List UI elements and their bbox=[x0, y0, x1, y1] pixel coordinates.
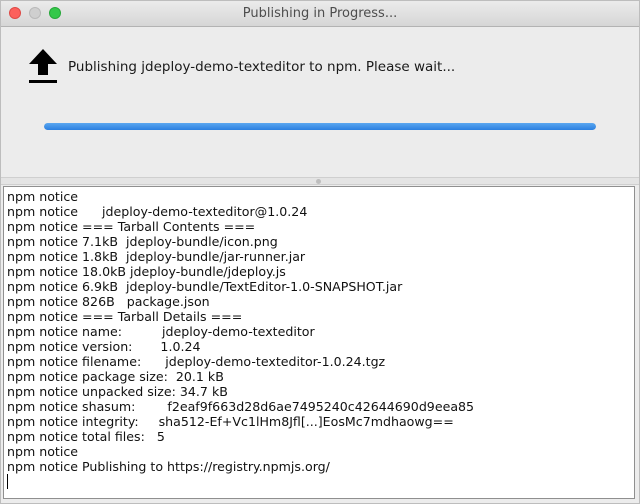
progress-bar-fill bbox=[44, 123, 596, 130]
log-line: npm notice unpacked size: 34.7 kB bbox=[7, 384, 228, 399]
status-panel: Publishing jdeploy-demo-texteditor to np… bbox=[1, 27, 639, 177]
title-bar[interactable]: Publishing in Progress... bbox=[1, 1, 639, 27]
log-line: npm notice filename: jdeploy-demo-texted… bbox=[7, 354, 386, 369]
window-title: Publishing in Progress... bbox=[242, 6, 398, 21]
log-line: npm notice total files: 5 bbox=[7, 429, 165, 444]
text-cursor bbox=[7, 474, 8, 489]
log-line: npm notice package size: 20.1 kB bbox=[7, 369, 224, 384]
log-line: npm notice name: jdeploy-demo-texteditor bbox=[7, 324, 315, 339]
log-line: npm notice Publishing to https://registr… bbox=[7, 459, 330, 474]
log-line: npm notice version: 1.0.24 bbox=[7, 339, 201, 354]
log-line: npm notice bbox=[7, 189, 79, 204]
upload-arrow-icon bbox=[29, 49, 57, 83]
log-line: npm notice integrity: sha512-Ef+Vc1lHm8J… bbox=[7, 414, 454, 429]
log-line: npm notice bbox=[7, 444, 79, 459]
log-lines: npm notice npm notice jdeploy-demo-texted… bbox=[7, 189, 631, 474]
log-line: npm notice shasum: f2eaf9f663d28d6ae7495… bbox=[7, 399, 475, 414]
divider-grip-icon[interactable] bbox=[316, 179, 321, 184]
log-line: npm notice 18.0kB jdeploy-bundle/jdeploy… bbox=[7, 264, 286, 279]
console-output[interactable]: npm notice npm notice jdeploy-demo-texted… bbox=[3, 186, 635, 499]
publishing-window: Publishing in Progress... Publishing jde… bbox=[0, 0, 640, 504]
progress-bar bbox=[44, 123, 596, 130]
log-line: npm notice 826B package.json bbox=[7, 294, 210, 309]
split-pane-divider[interactable] bbox=[1, 177, 639, 185]
log-line: npm notice === Tarball Contents === bbox=[7, 219, 256, 234]
log-line: npm notice 1.8kB jdeploy-bundle/jar-runn… bbox=[7, 249, 306, 264]
log-line: npm notice 6.9kB jdeploy-bundle/TextEdit… bbox=[7, 279, 403, 294]
status-message: Publishing jdeploy-demo-texteditor to np… bbox=[68, 59, 456, 75]
log-line: npm notice === Tarball Details === bbox=[7, 309, 243, 324]
log-line: npm notice jdeploy-demo-texteditor@1.0.2… bbox=[7, 204, 308, 219]
log-line: npm notice 7.1kB jdeploy-bundle/icon.png bbox=[7, 234, 278, 249]
